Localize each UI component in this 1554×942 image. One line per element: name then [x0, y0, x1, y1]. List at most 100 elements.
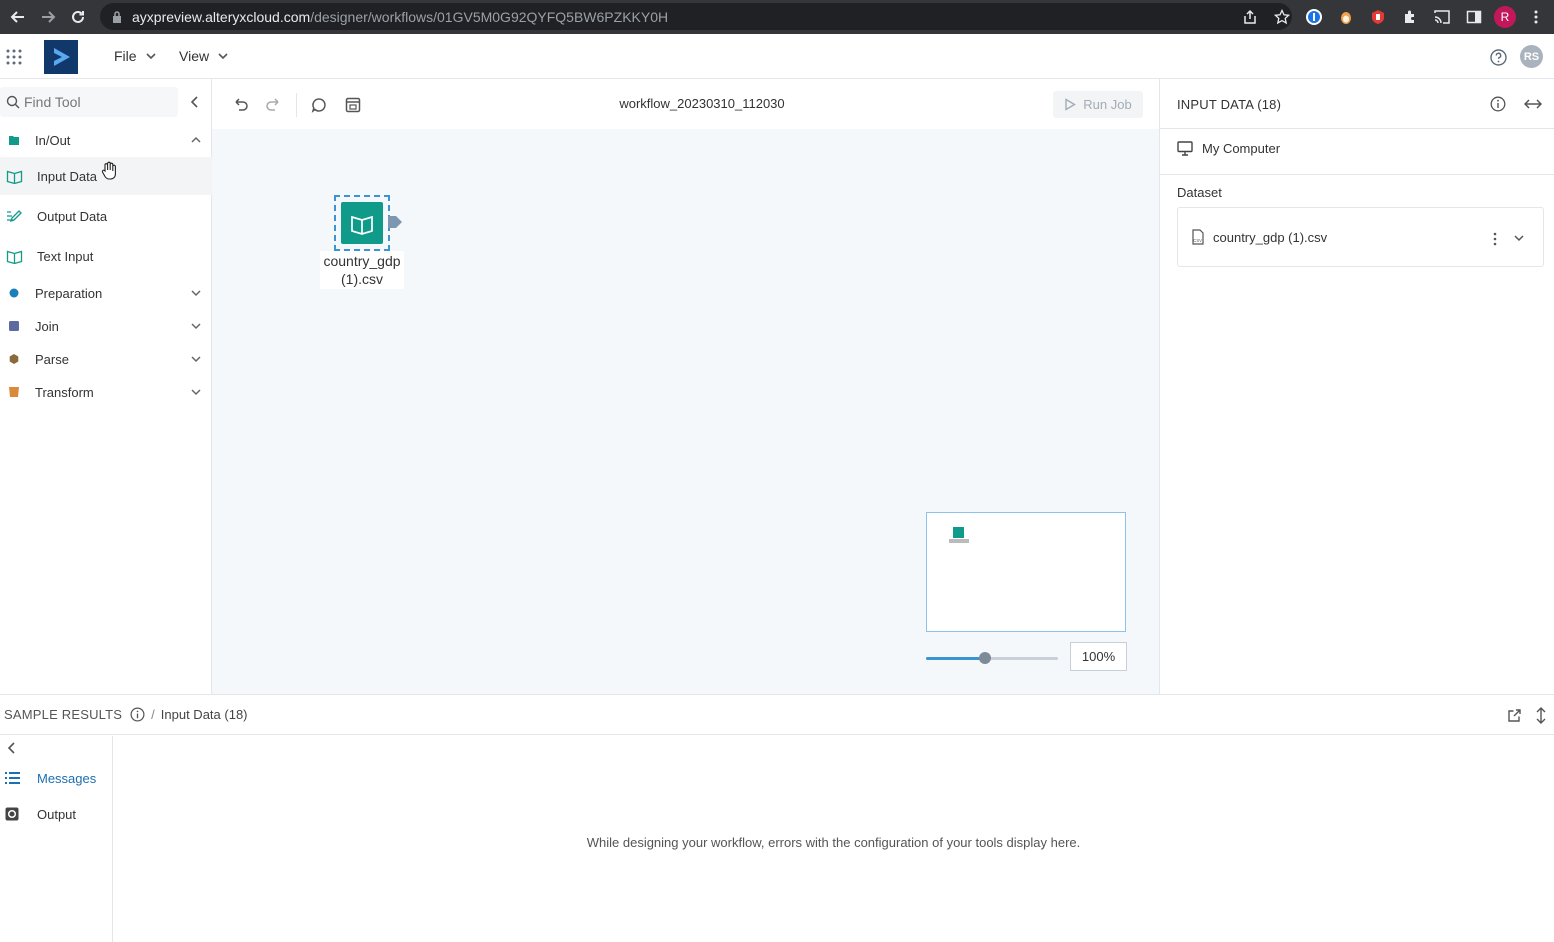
canvas-minimap[interactable]	[926, 512, 1126, 632]
results-panel: SAMPLE RESULTS / Input Data (18) Message…	[0, 694, 1554, 942]
svg-text:CSV: CSV	[1193, 238, 1202, 243]
circle-icon	[9, 288, 19, 298]
data-source-label: My Computer	[1202, 141, 1281, 156]
extensions-puzzle-icon[interactable]	[1398, 5, 1422, 29]
extension-orange-icon[interactable]	[1334, 5, 1358, 29]
square-icon	[9, 321, 19, 331]
workflow-canvas[interactable]: country_gdp (1).csv 100%	[212, 129, 1159, 694]
chevron-down-icon	[191, 323, 201, 330]
category-join[interactable]: Join	[0, 310, 212, 342]
category-label: Join	[35, 318, 59, 334]
zoom-slider[interactable]	[926, 652, 1058, 664]
more-vertical-icon[interactable]	[1488, 231, 1502, 247]
browser-profile-avatar[interactable]: R	[1494, 6, 1516, 28]
apps-grid-icon[interactable]	[6, 49, 22, 65]
category-in-out[interactable]: In/Out	[0, 124, 212, 156]
cast-icon[interactable]	[1430, 5, 1454, 29]
breadcrumb-separator: /	[151, 707, 155, 722]
results-breadcrumb: Input Data (18)	[160, 707, 248, 722]
tool-label: Output Data	[37, 208, 108, 224]
find-tool-input[interactable]	[24, 94, 164, 110]
lock-icon	[113, 10, 121, 23]
file-menu[interactable]: File	[114, 48, 157, 64]
expand-horizontal-icon[interactable]	[1524, 96, 1542, 112]
config-panel-title: INPUT DATA (18)	[1177, 97, 1282, 112]
input-data-node[interactable]	[334, 195, 390, 251]
password-manager-icon[interactable]	[1302, 5, 1326, 29]
tool-input-data[interactable]: Input Data	[0, 157, 212, 195]
tab-label: Messages	[37, 770, 97, 786]
trapezoid-icon	[9, 387, 19, 397]
alteryx-designer-logo[interactable]	[44, 40, 78, 74]
browser-extensions: R	[1238, 5, 1548, 29]
book-icon	[6, 170, 23, 184]
tool-output-data[interactable]: Output Data	[0, 197, 212, 235]
reload-icon[interactable]	[66, 5, 90, 29]
address-bar[interactable]: ayxpreview.alteryxcloud.com/designer/wor…	[100, 3, 1292, 30]
hexagon-icon	[9, 354, 19, 364]
results-title: SAMPLE RESULTS	[4, 707, 123, 722]
run-job-label: Run Job	[1083, 97, 1132, 112]
dataset-file: CSV country_gdp (1).csv	[1191, 229, 1327, 245]
chevron-left-icon[interactable]	[7, 742, 17, 754]
input-data-node-body	[341, 202, 383, 244]
open-book-icon	[345, 209, 379, 238]
canvas-toolbar: workflow_20230310_112030 Run Job	[212, 79, 1159, 129]
url-path: /designer/workflows/01GV5M0G92QYFQ5BW6PZ…	[310, 8, 669, 25]
category-preparation[interactable]: Preparation	[0, 277, 212, 309]
chevron-down-icon	[191, 356, 201, 363]
chevron-up-icon	[191, 136, 201, 143]
search-icon	[6, 95, 20, 109]
chevron-down-icon	[191, 389, 201, 396]
zoom-level-field[interactable]: 100%	[1070, 642, 1127, 671]
dataset-card[interactable]: CSV country_gdp (1).csv	[1177, 207, 1544, 267]
category-label: Preparation	[35, 285, 103, 301]
view-menu[interactable]: View	[179, 48, 229, 64]
category-transform[interactable]: Transform	[0, 376, 212, 408]
collapse-sidebar-icon[interactable]	[188, 95, 202, 109]
info-icon[interactable]	[1490, 96, 1506, 112]
back-icon[interactable]	[6, 5, 30, 29]
minimap-node	[953, 527, 964, 538]
user-avatar[interactable]: RS	[1520, 45, 1543, 68]
play-icon	[1065, 98, 1077, 111]
category-label: Parse	[35, 351, 69, 367]
category-label: In/Out	[35, 132, 71, 148]
tab-output[interactable]: Output	[0, 800, 112, 828]
results-tabs: Messages Output	[0, 736, 113, 942]
resize-vertical-icon[interactable]	[1535, 707, 1547, 724]
forward-icon[interactable]	[36, 5, 60, 29]
share-icon[interactable]	[1238, 5, 1262, 29]
info-icon[interactable]	[130, 707, 145, 722]
data-source-my-computer[interactable]: My Computer	[1177, 141, 1280, 156]
side-panel-icon[interactable]	[1462, 5, 1486, 29]
more-vertical-icon[interactable]	[1524, 5, 1548, 29]
category-label: Transform	[35, 384, 94, 400]
category-parse[interactable]: Parse	[0, 343, 212, 375]
app-header: File View RS	[0, 34, 1554, 79]
zoom-slider-thumb[interactable]	[979, 652, 992, 664]
empty-messages-text: While designing your workflow, errors wi…	[586, 835, 1081, 850]
extension-red-icon[interactable]	[1366, 5, 1390, 29]
bookmark-star-icon[interactable]	[1270, 5, 1294, 29]
tool-text-input[interactable]: Text Input	[0, 237, 212, 275]
tool-label: Text Input	[37, 248, 94, 264]
hand-cursor-icon	[101, 161, 116, 180]
zoom-slider-fill	[926, 657, 986, 660]
chevron-down-icon[interactable]	[1513, 232, 1525, 244]
folder-icon	[9, 136, 19, 145]
browser-toolbar: ayxpreview.alteryxcloud.com/designer/wor…	[0, 0, 1554, 34]
tab-messages[interactable]: Messages	[0, 764, 112, 792]
tab-label: Output	[37, 806, 77, 822]
tool-label: Input Data	[37, 168, 97, 184]
help-icon[interactable]	[1490, 49, 1507, 66]
csv-file-icon: CSV	[1192, 229, 1204, 245]
book-icon	[6, 250, 23, 264]
output-anchor-icon[interactable]	[388, 215, 402, 229]
configuration-panel: INPUT DATA (18) My Computer Dataset CSV …	[1159, 79, 1554, 694]
pop-out-icon[interactable]	[1507, 708, 1522, 723]
run-job-button[interactable]: Run Job	[1053, 91, 1143, 118]
chevron-down-icon	[145, 53, 156, 60]
tool-palette: In/Out Input Data Output Data Text Input…	[0, 79, 212, 694]
workflow-name[interactable]: workflow_20230310_112030	[212, 96, 1192, 111]
